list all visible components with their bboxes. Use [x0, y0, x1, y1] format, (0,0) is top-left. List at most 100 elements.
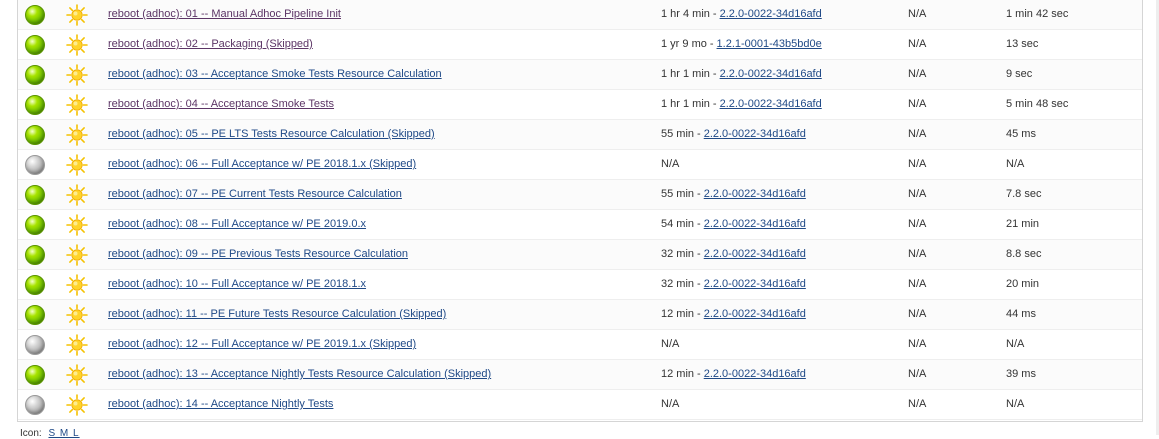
job-name-link[interactable]: reboot (adhoc): 01 -- Manual Adhoc Pipel… [108, 8, 341, 20]
sunny-icon [66, 154, 88, 176]
last-duration-cell: 8.8 sec [1006, 248, 1042, 260]
sunny-icon [66, 124, 88, 146]
last-success-build-link[interactable]: 2.2.0-0022-34d16afd [704, 128, 806, 140]
job-name-link[interactable]: reboot (adhoc): 07 -- PE Current Tests R… [108, 188, 402, 200]
status-success-icon [25, 275, 45, 295]
job-row: reboot (adhoc): 09 -- PE Previous Tests … [18, 240, 1142, 270]
job-name-link[interactable]: reboot (adhoc): 03 -- Acceptance Smoke T… [108, 68, 442, 80]
job-name-link[interactable]: reboot (adhoc): 06 -- Full Acceptance w/… [108, 158, 416, 170]
status-success-icon [25, 245, 45, 265]
last-failure-cell: N/A [908, 278, 927, 290]
sunny-icon [66, 244, 88, 266]
status-success-icon [25, 125, 45, 145]
last-failure-cell: N/A [908, 308, 927, 320]
last-success-cell: 1 hr 4 min -2.2.0-0022-34d16afd [661, 8, 822, 20]
last-success-time: 1 hr 1 min [661, 68, 710, 80]
separator: - [697, 278, 701, 290]
job-row: reboot (adhoc): 08 -- Full Acceptance w/… [18, 210, 1142, 240]
job-row: reboot (adhoc): 13 -- Acceptance Nightly… [18, 360, 1142, 390]
last-failure-cell: N/A [908, 128, 927, 140]
sunny-icon [66, 184, 88, 206]
last-success-build-link[interactable]: 2.2.0-0022-34d16afd [720, 98, 822, 110]
job-name-link[interactable]: reboot (adhoc): 10 -- Full Acceptance w/… [108, 278, 366, 290]
job-name-link[interactable]: reboot (adhoc): 09 -- PE Previous Tests … [108, 248, 408, 260]
sunny-icon [66, 334, 88, 356]
last-success-build-link[interactable]: 2.2.0-0022-34d16afd [720, 68, 822, 80]
job-name-link[interactable]: reboot (adhoc): 12 -- Full Acceptance w/… [108, 338, 416, 350]
sunny-icon [66, 214, 88, 236]
last-duration-cell: 20 min [1006, 278, 1040, 290]
last-success-time: 55 min [661, 188, 695, 200]
last-duration-cell: 1 min 42 sec [1006, 8, 1069, 20]
job-row: reboot (adhoc): 11 -- PE Future Tests Re… [18, 300, 1142, 330]
sunny-icon [66, 274, 88, 296]
last-success-time: 54 min [661, 218, 695, 230]
job-row: reboot (adhoc): 14 -- Acceptance Nightly… [18, 390, 1142, 420]
last-success-build-link[interactable]: 2.2.0-0022-34d16afd [704, 248, 806, 260]
icon-size-label: Icon: [20, 428, 42, 439]
last-duration-cell: 5 min 48 sec [1006, 98, 1069, 110]
last-success-build-link[interactable]: 1.2.1-0001-43b5bd0e [717, 38, 822, 50]
job-row: reboot (adhoc): 05 -- PE LTS Tests Resou… [18, 120, 1142, 150]
sunny-icon [66, 364, 88, 386]
last-success-build-link[interactable]: 2.2.0-0022-34d16afd [704, 308, 806, 320]
last-duration-cell: 9 sec [1006, 68, 1033, 80]
job-row: reboot (adhoc): 12 -- Full Acceptance w/… [18, 330, 1142, 360]
last-success-cell: 32 min -2.2.0-0022-34d16afd [661, 248, 806, 260]
last-success-build-link[interactable]: 2.2.0-0022-34d16afd [704, 368, 806, 380]
job-name-link[interactable]: reboot (adhoc): 05 -- PE LTS Tests Resou… [108, 128, 435, 140]
separator: - [697, 188, 701, 200]
last-duration-cell: 7.8 sec [1006, 188, 1042, 200]
status-success-icon [25, 305, 45, 325]
last-success-cell: 55 min -2.2.0-0022-34d16afd [661, 188, 806, 200]
job-name-link[interactable]: reboot (adhoc): 11 -- PE Future Tests Re… [108, 308, 446, 320]
job-row: reboot (adhoc): 06 -- Full Acceptance w/… [18, 150, 1142, 180]
jobs-table: reboot (adhoc): 01 -- Manual Adhoc Pipel… [17, 0, 1143, 422]
job-row: reboot (adhoc): 10 -- Full Acceptance w/… [18, 270, 1142, 300]
job-name-link[interactable]: reboot (adhoc): 08 -- Full Acceptance w/… [108, 218, 366, 230]
separator: - [697, 308, 701, 320]
last-success-build-link[interactable]: 2.2.0-0022-34d16afd [704, 278, 806, 290]
last-success-time: 1 hr 1 min [661, 98, 710, 110]
last-duration-cell: N/A [1006, 158, 1025, 170]
last-success-build-link[interactable]: 2.2.0-0022-34d16afd [720, 8, 822, 20]
last-failure-cell: N/A [908, 98, 927, 110]
last-success-time: 12 min [661, 368, 695, 380]
last-success-cell: 12 min -2.2.0-0022-34d16afd [661, 308, 806, 320]
last-duration-cell: N/A [1006, 398, 1025, 410]
last-duration-cell: 45 ms [1006, 128, 1036, 140]
last-success-build-link[interactable]: 2.2.0-0022-34d16afd [704, 218, 806, 230]
separator: - [712, 98, 717, 110]
separator: - [712, 8, 717, 20]
status-success-icon [25, 365, 45, 385]
job-name-link[interactable]: reboot (adhoc): 04 -- Acceptance Smoke T… [108, 98, 334, 110]
last-duration-cell: 39 ms [1006, 368, 1036, 380]
last-duration-cell: 44 ms [1006, 308, 1036, 320]
last-failure-cell: N/A [908, 188, 927, 200]
job-name-link[interactable]: reboot (adhoc): 13 -- Acceptance Nightly… [108, 368, 491, 380]
sunny-icon [66, 64, 88, 86]
last-success-time: 55 min [661, 128, 695, 140]
job-name-link[interactable]: reboot (adhoc): 02 -- Packaging (Skipped… [108, 38, 313, 50]
status-success-icon [25, 65, 45, 85]
last-success-time: 1 yr 9 mo [661, 38, 707, 50]
last-success-time: 32 min [661, 248, 695, 260]
separator: - [697, 128, 701, 140]
status-success-icon [25, 95, 45, 115]
status-disabled-icon [25, 335, 45, 355]
last-success-cell: N/A [661, 398, 679, 410]
sunny-icon [66, 4, 88, 26]
separator: - [697, 218, 701, 230]
icon-size-links[interactable]: S M L [48, 428, 79, 439]
job-row: reboot (adhoc): 04 -- Acceptance Smoke T… [18, 90, 1142, 120]
separator: - [697, 368, 701, 380]
last-success-build-link[interactable]: 2.2.0-0022-34d16afd [704, 188, 806, 200]
last-duration-cell: 13 sec [1006, 38, 1039, 50]
separator: - [712, 68, 717, 80]
job-name-link[interactable]: reboot (adhoc): 14 -- Acceptance Nightly… [108, 398, 333, 410]
status-success-icon [25, 35, 45, 55]
sunny-icon [66, 94, 88, 116]
separator: - [697, 248, 701, 260]
status-success-icon [25, 185, 45, 205]
last-success-time: 32 min [661, 278, 695, 290]
